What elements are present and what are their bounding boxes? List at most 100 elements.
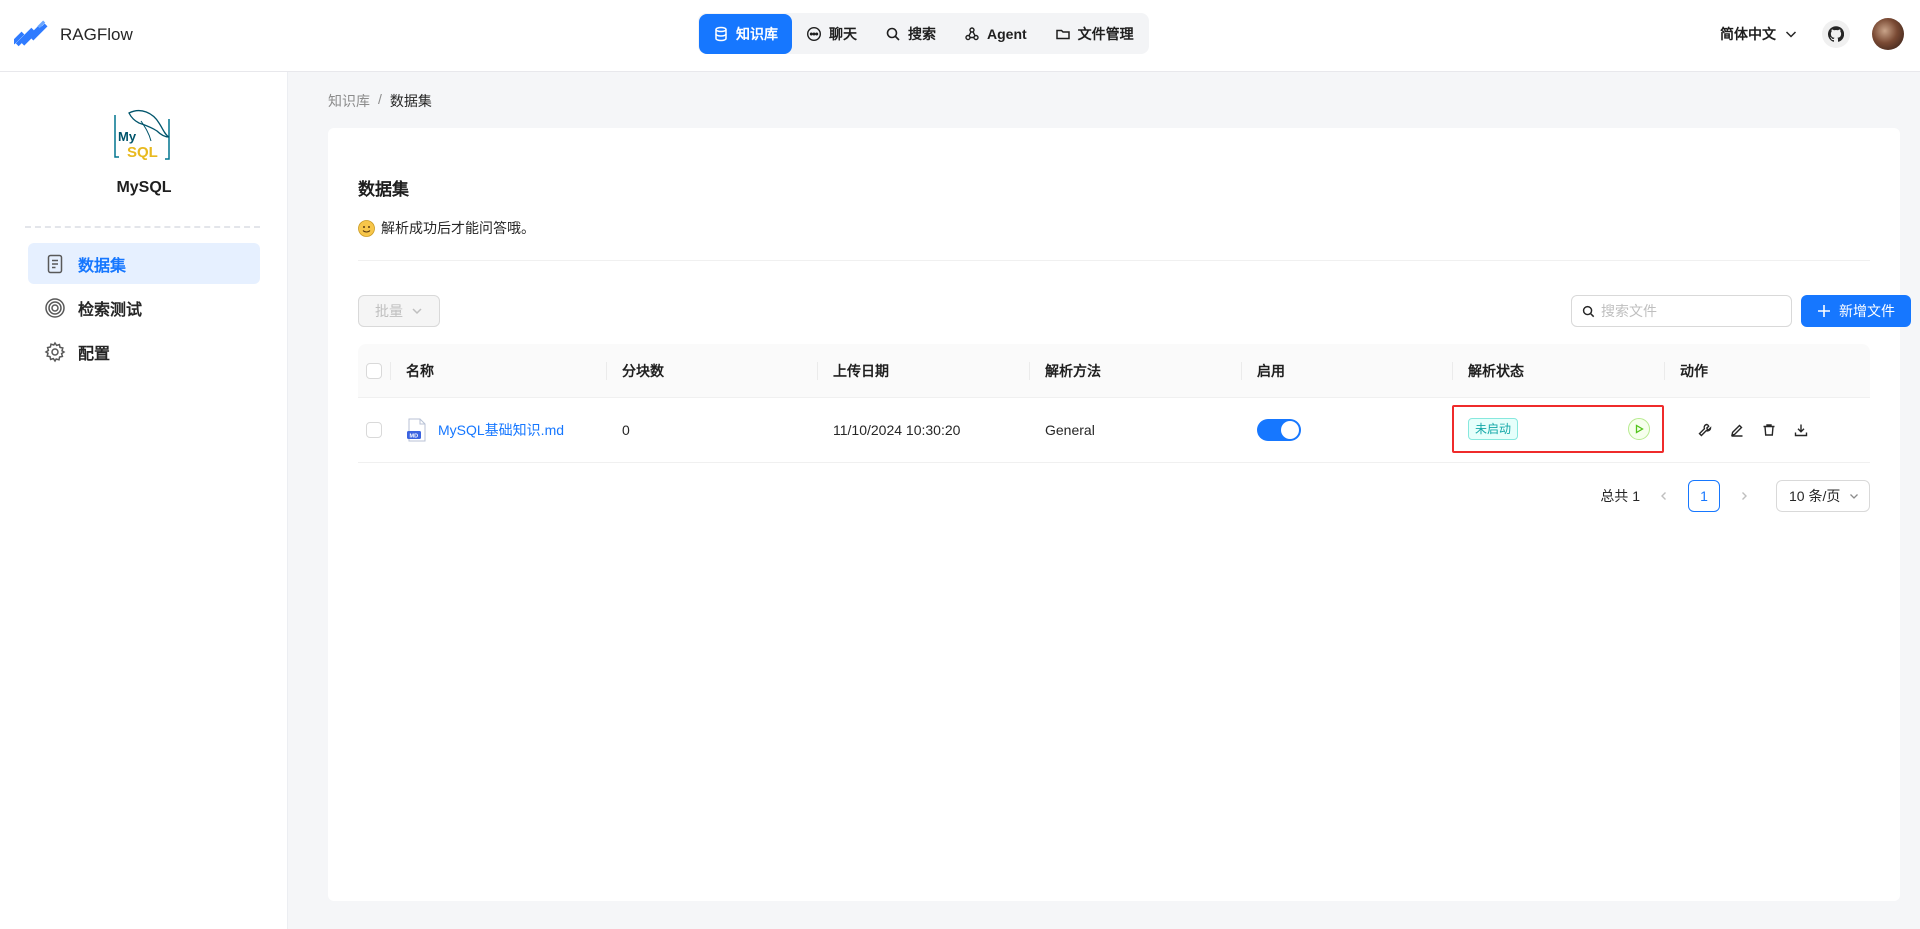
breadcrumb-separator: / xyxy=(378,91,382,107)
batch-label: 批量 xyxy=(375,303,403,319)
avatar[interactable] xyxy=(1872,18,1904,50)
sidebar-item-config[interactable]: 配置 xyxy=(28,331,260,372)
edit-icon xyxy=(1731,424,1743,437)
nav-label: Agent xyxy=(987,25,1027,42)
nav-label: 知识库 xyxy=(736,25,778,42)
ragflow-logo-icon xyxy=(14,20,48,47)
nav-file-management[interactable]: 文件管理 xyxy=(1041,14,1148,54)
language-select[interactable]: 简体中文 xyxy=(1720,24,1798,44)
top-header: RAGFlow 知识库 聊天 搜索 Agent 文件管理 简体中文 xyxy=(0,0,1920,72)
svg-text:SQL: SQL xyxy=(127,144,158,161)
sidebar: My SQL MySQL 数据集 检索测试 配置 xyxy=(0,72,288,929)
add-file-label: 新增文件 xyxy=(1839,303,1895,319)
page-description: 解析成功后才能问答哦。 xyxy=(358,218,535,238)
nav-chat[interactable]: 聊天 xyxy=(792,14,871,54)
status-badge: 未启动 xyxy=(1468,418,1519,440)
nav-label: 聊天 xyxy=(829,25,857,42)
page-number[interactable]: 1 xyxy=(1688,480,1720,512)
sidebar-item-retrieval-test[interactable]: 检索测试 xyxy=(28,287,260,328)
pagination: 总共 1 1 10 条/页 xyxy=(1600,480,1870,512)
file-table: 名称 分块数 上传日期 解析方法 启用 解析状态 动作 MD MySQL基础知识… xyxy=(358,344,1870,463)
github-button[interactable] xyxy=(1822,20,1850,48)
cell-parse-status: 未启动 xyxy=(1452,398,1664,462)
cell-actions xyxy=(1664,398,1870,462)
markdown-file-icon: MD xyxy=(407,418,426,442)
agent-icon xyxy=(965,26,979,40)
divider xyxy=(358,260,1870,261)
header-chunks: 分块数 xyxy=(606,344,817,397)
cell-enabled xyxy=(1241,398,1452,462)
nav-search[interactable]: 搜索 xyxy=(871,14,950,54)
brand[interactable]: RAGFlow xyxy=(14,18,133,52)
row-checkbox[interactable] xyxy=(366,422,382,438)
prev-page-button[interactable] xyxy=(1648,480,1680,512)
nav-label: 搜索 xyxy=(908,25,936,42)
header-upload-date: 上传日期 xyxy=(817,344,1029,397)
page-size-label: 10 条/页 xyxy=(1789,488,1841,504)
dataset-card: 数据集 解析成功后才能问答哦。 批量 新增文件 名称 分块数 上传日期 解析方法 xyxy=(328,128,1911,901)
mysql-logo-icon: My SQL xyxy=(114,109,170,161)
sidebar-item-label: 数据集 xyxy=(78,257,127,275)
sidebar-menu: 数据集 检索测试 配置 xyxy=(28,243,260,375)
gear-icon xyxy=(44,341,66,362)
svg-text:MD: MD xyxy=(410,433,419,439)
header-checkbox-cell xyxy=(358,344,390,397)
header-enabled: 启用 xyxy=(1241,344,1452,397)
row-checkbox-cell xyxy=(358,398,390,462)
header-right: 简体中文 xyxy=(1720,18,1904,50)
tool-button[interactable] xyxy=(1696,421,1714,439)
breadcrumb-root[interactable]: 知识库 xyxy=(328,91,370,111)
file-link[interactable]: MD MySQL基础知识.md xyxy=(406,418,564,442)
chevron-left-icon xyxy=(1661,492,1666,500)
rename-button[interactable] xyxy=(1728,421,1746,439)
select-all-checkbox[interactable] xyxy=(366,362,382,379)
sidebar-divider xyxy=(25,226,260,228)
next-page-button[interactable] xyxy=(1728,480,1760,512)
enable-toggle[interactable] xyxy=(1257,419,1301,441)
download-button[interactable] xyxy=(1792,421,1810,439)
header-parse-method: 解析方法 xyxy=(1029,344,1241,397)
sidebar-item-label: 配置 xyxy=(78,345,111,363)
trash-icon xyxy=(1763,424,1775,436)
row-actions xyxy=(1680,421,1810,439)
file-name: MySQL基础知识.md xyxy=(438,422,565,438)
delete-button[interactable] xyxy=(1760,421,1778,439)
search-icon xyxy=(886,27,900,41)
batch-button[interactable]: 批量 xyxy=(358,295,440,327)
cell-chunks: 0 xyxy=(622,422,630,438)
svg-text:My: My xyxy=(118,129,137,144)
header-parse-status: 解析状态 xyxy=(1452,344,1664,397)
nav-agent[interactable]: Agent xyxy=(950,14,1041,54)
document-icon xyxy=(47,254,63,273)
chevron-right-icon xyxy=(1742,492,1747,500)
chevron-down-icon xyxy=(412,308,422,315)
table-header: 名称 分块数 上传日期 解析方法 启用 解析状态 动作 xyxy=(358,344,1870,398)
search-input[interactable] xyxy=(1601,303,1781,319)
nav-knowledge-base[interactable]: 知识库 xyxy=(699,13,792,54)
sidebar-item-dataset[interactable]: 数据集 xyxy=(28,243,260,284)
page-size-select[interactable]: 10 条/页 xyxy=(1776,480,1870,512)
main-nav: 知识库 聊天 搜索 Agent 文件管理 xyxy=(698,13,1149,54)
start-parse-button[interactable] xyxy=(1628,418,1650,440)
chevron-down-icon xyxy=(1785,31,1797,38)
parse-status-highlight: 未启动 xyxy=(1452,405,1664,453)
database-icon xyxy=(715,26,727,41)
cell-parse-method: General xyxy=(1045,422,1095,438)
cell-name: MD MySQL基础知识.md xyxy=(390,398,606,462)
search-files xyxy=(1571,295,1792,327)
page-title: 数据集 xyxy=(358,180,409,199)
sidebar-item-label: 检索测试 xyxy=(78,301,143,319)
add-file-button[interactable]: 新增文件 xyxy=(1801,295,1911,327)
app-name: RAGFlow xyxy=(60,25,133,44)
chevron-down-icon xyxy=(1850,494,1858,499)
header-actions: 动作 xyxy=(1664,344,1870,397)
description-text: 解析成功后才能问答哦。 xyxy=(381,220,535,236)
smile-emoji-icon xyxy=(358,219,375,237)
download-icon xyxy=(1794,424,1808,437)
wrench-icon xyxy=(1698,423,1712,437)
breadcrumb-current: 数据集 xyxy=(389,93,432,109)
target-icon xyxy=(45,297,65,318)
language-label: 简体中文 xyxy=(1720,26,1776,42)
header-name: 名称 xyxy=(390,344,606,397)
breadcrumb: 知识库 / 数据集 xyxy=(328,91,432,111)
